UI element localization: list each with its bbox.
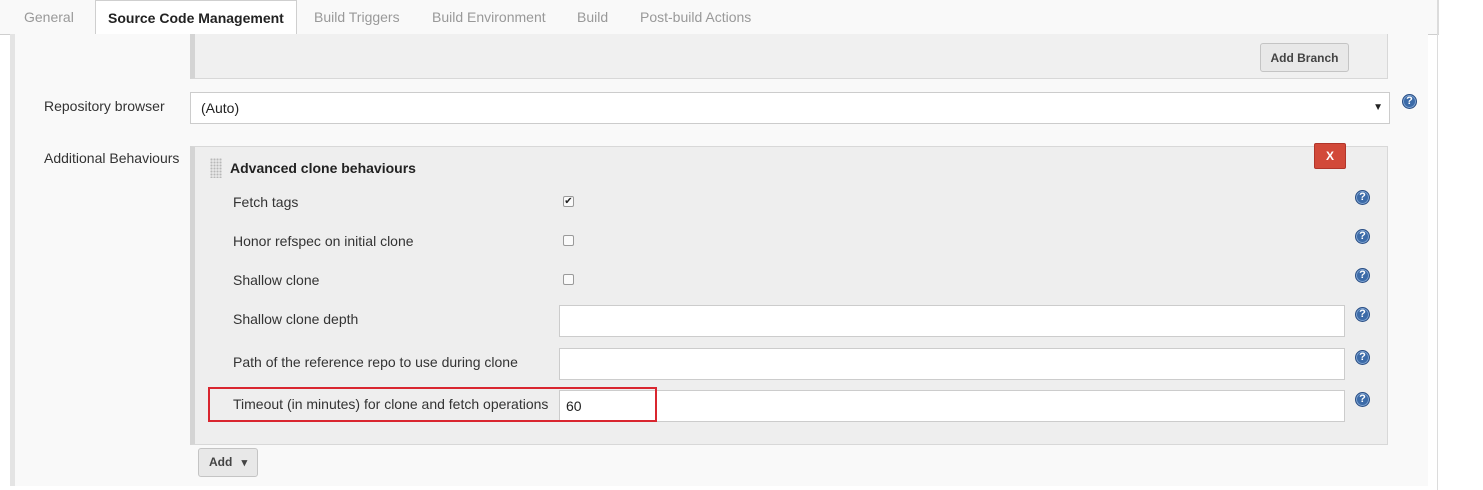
shallow-clone-label: Shallow clone: [233, 272, 320, 288]
repository-browser-label: Repository browser: [44, 98, 165, 114]
help-icon[interactable]: ?: [1355, 350, 1370, 365]
branches-panel: [190, 34, 1388, 79]
additional-behaviours-label: Additional Behaviours: [44, 150, 180, 166]
shallow-clone-depth-label: Shallow clone depth: [233, 311, 359, 327]
delete-behaviour-button[interactable]: X: [1314, 143, 1346, 169]
help-icon[interactable]: ?: [1355, 229, 1370, 244]
honor-refspec-checkbox[interactable]: [563, 235, 574, 246]
page-border: [1437, 0, 1438, 490]
reference-repo-path-input[interactable]: [559, 348, 1345, 380]
timeout-highlight-box: [208, 387, 657, 422]
tab-build[interactable]: Build: [565, 0, 620, 34]
shallow-clone-checkbox[interactable]: [563, 274, 574, 285]
fetch-tags-label: Fetch tags: [233, 194, 299, 210]
add-branch-button[interactable]: Add Branch: [1260, 43, 1349, 72]
help-icon[interactable]: ?: [1402, 94, 1417, 109]
reference-repo-path-label: Path of the reference repo to use during…: [233, 354, 518, 370]
help-icon[interactable]: ?: [1355, 392, 1370, 407]
tab-post-build-actions[interactable]: Post-build Actions: [628, 0, 763, 34]
shallow-clone-depth-input[interactable]: [559, 305, 1345, 337]
tab-bar: General Source Code Management Build Tri…: [0, 0, 1439, 35]
dropdown-arrow-icon: ▼: [1373, 102, 1383, 113]
drag-handle-icon[interactable]: [210, 158, 222, 178]
add-behaviour-button[interactable]: Add ▾: [198, 448, 258, 477]
tab-source-code-management[interactable]: Source Code Management: [95, 0, 297, 35]
help-icon[interactable]: ?: [1355, 190, 1370, 205]
help-icon[interactable]: ?: [1355, 268, 1370, 283]
help-icon[interactable]: ?: [1355, 307, 1370, 322]
section-stripe: [10, 34, 15, 486]
repository-browser-select[interactable]: (Auto) ▼: [190, 92, 1390, 124]
repository-browser-value: (Auto): [201, 100, 240, 116]
timeout-input[interactable]: 60: [559, 390, 1345, 422]
tab-build-environment[interactable]: Build Environment: [420, 0, 558, 34]
fetch-tags-checkbox[interactable]: ✔: [563, 196, 574, 207]
chevron-down-icon: ▾: [241, 457, 248, 469]
honor-refspec-label: Honor refspec on initial clone: [233, 233, 414, 249]
add-button-label: Add: [209, 455, 233, 469]
tab-general[interactable]: General: [12, 0, 86, 34]
section-title: Advanced clone behaviours: [230, 160, 416, 176]
tab-build-triggers[interactable]: Build Triggers: [302, 0, 412, 34]
